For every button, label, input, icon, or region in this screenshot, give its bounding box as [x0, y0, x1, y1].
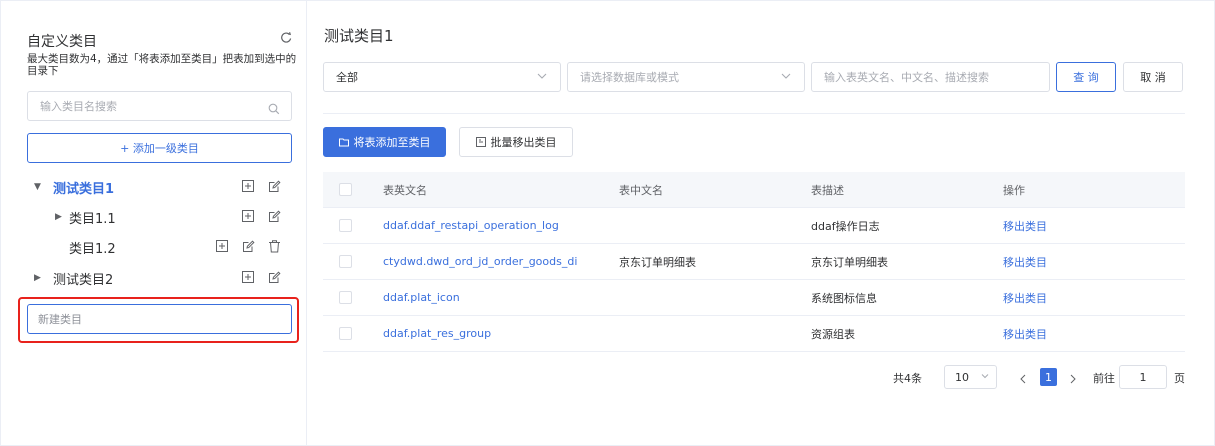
column-header: 表描述 — [811, 183, 844, 197]
app-window: 自定义类目 最大类目数为4，通过「将表添加至类目」把表加到选中的目录下 + 添加… — [0, 0, 1215, 446]
add-top-category-button[interactable]: + 添加一级类目 — [27, 133, 292, 163]
table: 表英文名 表中文名 表描述 操作 ddaf.ddaf_restapi_opera… — [323, 172, 1185, 352]
caret-down-icon[interactable]: ▼ — [34, 182, 41, 192]
table-english-name-link[interactable]: ctydwd.dwd_ord_jd_order_goods_di — [383, 255, 577, 268]
search-icon[interactable] — [268, 100, 280, 119]
cancel-button[interactable]: 取 消 — [1123, 62, 1183, 92]
tree-node-label[interactable]: 类目1.1 — [69, 208, 116, 227]
database-select-placeholder: 请选择数据库或模式 — [580, 71, 679, 84]
goto-page-input[interactable]: 1 — [1119, 365, 1167, 389]
refresh-icon[interactable] — [279, 30, 293, 44]
tree-node-category-2[interactable]: ▶ 测试类目2 — [1, 265, 301, 291]
caret-right-icon[interactable]: ▶ — [34, 273, 41, 283]
table-row: ddaf.plat_res_group 资源组表 移出类目 — [323, 316, 1185, 352]
scope-select[interactable]: 全部 — [323, 62, 561, 92]
table-english-name-link[interactable]: ddaf.plat_res_group — [383, 327, 491, 340]
column-header: 表英文名 — [383, 183, 427, 197]
batch-remove-label: 批量移出类目 — [490, 136, 557, 149]
folder-icon — [338, 137, 349, 147]
delete-icon[interactable] — [268, 240, 281, 253]
tree-node-category-1[interactable]: ▼ 测试类目1 — [1, 174, 301, 200]
select-all-checkbox[interactable] — [339, 183, 352, 196]
table-search-placeholder: 输入表英文名、中文名、描述搜索 — [824, 71, 989, 84]
new-category-box — [27, 304, 292, 334]
remove-from-category-link[interactable]: 移出类目 — [1003, 254, 1047, 270]
tree-node-category-1-2[interactable]: 类目1.2 — [1, 234, 301, 260]
column-header: 操作 — [1003, 183, 1025, 197]
table-description: 系统图标信息 — [811, 291, 877, 305]
add-to-category-button[interactable]: 将表添加至类目 — [323, 127, 446, 157]
caret-right-icon[interactable]: ▶ — [55, 212, 62, 222]
table-english-name-link[interactable]: ddaf.ddaf_restapi_operation_log — [383, 219, 559, 232]
next-page-icon[interactable] — [1068, 370, 1078, 389]
new-category-input[interactable] — [38, 305, 278, 333]
tree-node-label[interactable]: 测试类目2 — [53, 269, 113, 288]
add-child-icon[interactable] — [242, 180, 255, 193]
page-size-value: 10 — [955, 370, 969, 384]
add-child-icon[interactable] — [242, 210, 255, 223]
pagination-total: 共4条 — [893, 372, 922, 385]
divider — [323, 113, 1185, 114]
remove-from-category-link[interactable]: 移出类目 — [1003, 290, 1047, 306]
page-title: 测试类目1 — [324, 27, 394, 45]
table-row: ddaf.plat_icon 系统图标信息 移出类目 — [323, 280, 1185, 316]
add-child-icon[interactable] — [216, 240, 229, 253]
table-row: ctydwd.dwd_ord_jd_order_goods_di 京东订单明细表… — [323, 244, 1185, 280]
table-description: 京东订单明细表 — [811, 255, 888, 269]
database-select[interactable]: 请选择数据库或模式 — [567, 62, 805, 92]
main-panel: 测试类目1 全部 请选择数据库或模式 输入表英文名、中文名、描述搜索 查 询 取… — [307, 1, 1215, 446]
table-description: 资源组表 — [811, 327, 855, 341]
chevron-down-icon — [980, 371, 990, 384]
goto-label: 前往 — [1093, 372, 1115, 385]
batch-remove-button[interactable]: 批量移出类目 — [459, 127, 573, 157]
query-button[interactable]: 查 询 — [1056, 62, 1116, 92]
scope-select-value: 全部 — [336, 71, 358, 84]
edit-icon[interactable] — [242, 240, 255, 253]
sidebar-title: 自定义类目 — [27, 34, 97, 50]
category-search-box — [27, 91, 292, 121]
tree-node-label[interactable]: 类目1.2 — [69, 238, 116, 257]
category-sidebar: 自定义类目 最大类目数为4，通过「将表添加至类目」把表加到选中的目录下 + 添加… — [1, 1, 307, 446]
edit-icon[interactable] — [268, 210, 281, 223]
table-chinese-name: 京东订单明细表 — [619, 255, 696, 269]
column-header: 表中文名 — [619, 183, 663, 197]
page-suffix: 页 — [1174, 372, 1185, 385]
remove-from-category-link[interactable]: 移出类目 — [1003, 326, 1047, 342]
edit-icon[interactable] — [268, 271, 281, 284]
category-search-input[interactable] — [40, 92, 260, 120]
table-search-input[interactable]: 输入表英文名、中文名、描述搜索 — [811, 62, 1050, 92]
sidebar-hint: 最大类目数为4，通过「将表添加至类目」把表加到选中的目录下 — [27, 53, 297, 77]
add-child-icon[interactable] — [242, 271, 255, 284]
prev-page-icon[interactable] — [1018, 370, 1028, 389]
row-checkbox[interactable] — [339, 219, 352, 232]
table-description: ddaf操作日志 — [811, 219, 880, 233]
remove-icon — [475, 137, 486, 147]
chevron-down-icon — [536, 70, 548, 85]
table-row: ddaf.ddaf_restapi_operation_log ddaf操作日志… — [323, 208, 1185, 244]
current-page-button[interactable]: 1 — [1040, 368, 1057, 386]
row-checkbox[interactable] — [339, 255, 352, 268]
add-to-category-label: 将表添加至类目 — [353, 136, 431, 149]
tree-node-label[interactable]: 测试类目1 — [53, 178, 114, 197]
tree-node-category-1-1[interactable]: ▶ 类目1.1 — [1, 204, 301, 230]
page-size-select[interactable]: 10 — [944, 365, 997, 389]
row-checkbox[interactable] — [339, 291, 352, 304]
chevron-down-icon — [780, 70, 792, 85]
edit-icon[interactable] — [268, 180, 281, 193]
table-english-name-link[interactable]: ddaf.plat_icon — [383, 291, 460, 304]
row-checkbox[interactable] — [339, 327, 352, 340]
table-header: 表英文名 表中文名 表描述 操作 — [323, 172, 1185, 208]
remove-from-category-link[interactable]: 移出类目 — [1003, 218, 1047, 234]
